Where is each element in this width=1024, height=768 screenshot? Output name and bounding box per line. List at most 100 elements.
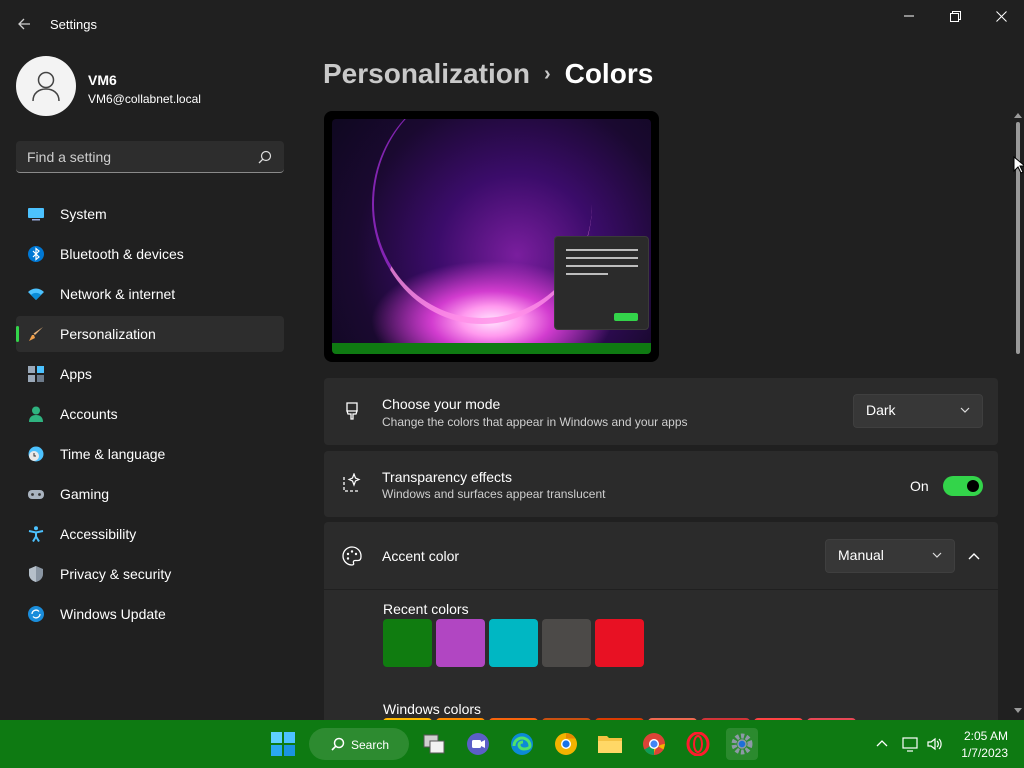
accessibility-icon bbox=[28, 526, 44, 542]
settings-gear-icon bbox=[731, 733, 753, 755]
collapse-button[interactable] bbox=[962, 546, 986, 566]
sidebar-item-label: Privacy & security bbox=[60, 566, 172, 582]
chevron-down-icon bbox=[960, 407, 970, 413]
sidebar-item-system[interactable]: System bbox=[16, 196, 284, 232]
preview-taskbar bbox=[332, 343, 651, 354]
person-icon bbox=[29, 406, 43, 422]
chrome-icon bbox=[643, 733, 665, 755]
scroll-down-arrow-icon[interactable] bbox=[1014, 708, 1022, 714]
restore-icon bbox=[949, 10, 961, 22]
taskbar-clock-date[interactable]: 1/7/2023 bbox=[961, 746, 1008, 760]
recent-color-swatch[interactable] bbox=[436, 619, 485, 667]
card-title: Accent color bbox=[382, 548, 460, 564]
back-arrow-icon bbox=[18, 18, 30, 30]
back-button[interactable] bbox=[10, 12, 38, 36]
update-icon bbox=[28, 606, 44, 622]
start-button[interactable] bbox=[267, 728, 299, 760]
task-view-button[interactable] bbox=[418, 728, 450, 760]
sidebar-item-label: Gaming bbox=[60, 486, 110, 502]
search-icon[interactable] bbox=[258, 150, 272, 164]
transparency-card: Transparency effects Windows and surface… bbox=[324, 451, 998, 517]
preview-text-line bbox=[566, 257, 638, 259]
folder-icon bbox=[598, 736, 622, 753]
recent-color-swatch[interactable] bbox=[489, 619, 538, 667]
chrome-canary-button[interactable] bbox=[550, 728, 582, 760]
page-title: Colors bbox=[564, 58, 654, 89]
sidebar-item-label: System bbox=[60, 206, 107, 222]
sidebar-item-label: Accessibility bbox=[60, 526, 137, 542]
user-name: VM6 bbox=[88, 72, 117, 88]
recent-color-swatch[interactable] bbox=[383, 619, 432, 667]
brush-icon bbox=[29, 327, 43, 341]
close-button[interactable] bbox=[978, 0, 1024, 32]
taskbar-search-label: Search bbox=[351, 738, 390, 752]
sidebar-item-label: Windows Update bbox=[60, 606, 166, 622]
sidebar-item-personalization[interactable]: Personalization bbox=[16, 316, 284, 352]
user-avatar-icon bbox=[32, 71, 60, 102]
wifi-icon bbox=[28, 288, 44, 300]
sidebar-item-label: Network & internet bbox=[60, 286, 176, 302]
minimize-icon bbox=[904, 15, 914, 17]
sidebar-item-label: Personalization bbox=[60, 326, 156, 342]
sidebar-item-bluetooth[interactable]: Bluetooth & devices bbox=[16, 236, 284, 272]
card-title: Transparency effects bbox=[382, 469, 512, 485]
sidebar-item-gaming[interactable]: Gaming bbox=[16, 476, 284, 512]
sidebar-item-network[interactable]: Network & internet bbox=[16, 276, 284, 312]
choose-mode-card: Choose your mode Change the colors that … bbox=[324, 378, 998, 445]
accent-color-card: Accent color Manual bbox=[324, 522, 998, 589]
apps-icon bbox=[28, 366, 44, 382]
chevron-down-icon bbox=[932, 552, 942, 558]
gamepad-icon bbox=[28, 490, 44, 499]
breadcrumb-parent[interactable]: Personalization bbox=[323, 58, 530, 89]
mouse-cursor-icon bbox=[1013, 156, 1024, 174]
sidebar-nav: System Bluetooth & devices Network & int… bbox=[16, 196, 284, 636]
dropdown-value: Manual bbox=[838, 547, 884, 563]
accent-mode-dropdown[interactable]: Manual bbox=[825, 539, 955, 573]
preview-accent-button bbox=[614, 313, 638, 321]
edge-button[interactable] bbox=[506, 728, 538, 760]
avatar[interactable] bbox=[16, 56, 76, 116]
recent-color-swatch[interactable] bbox=[542, 619, 591, 667]
chevron-up-icon[interactable] bbox=[873, 735, 891, 753]
volume-icon[interactable] bbox=[926, 735, 944, 753]
card-title: Choose your mode bbox=[382, 396, 501, 412]
monitor-icon bbox=[28, 208, 44, 221]
breadcrumb-separator: › bbox=[543, 63, 551, 85]
sidebar-item-windows-update[interactable]: Windows Update bbox=[16, 596, 284, 632]
network-icon[interactable] bbox=[901, 735, 919, 753]
file-explorer-view-icon bbox=[423, 734, 445, 754]
sidebar-item-apps[interactable]: Apps bbox=[16, 356, 284, 392]
minimize-button[interactable] bbox=[886, 0, 932, 32]
search-icon bbox=[331, 737, 345, 751]
chrome-button[interactable] bbox=[638, 728, 670, 760]
sidebar-item-privacy[interactable]: Privacy & security bbox=[16, 556, 284, 592]
preview-wallpaper bbox=[332, 119, 651, 354]
preview-text-line bbox=[566, 273, 608, 275]
dropdown-value: Dark bbox=[866, 402, 896, 418]
restore-button[interactable] bbox=[932, 0, 978, 32]
scroll-up-arrow-icon[interactable] bbox=[1014, 112, 1022, 118]
sidebar-item-accounts[interactable]: Accounts bbox=[16, 396, 284, 432]
opera-icon bbox=[686, 732, 710, 756]
sidebar-item-accessibility[interactable]: Accessibility bbox=[16, 516, 284, 552]
paint-brush-icon bbox=[346, 402, 358, 420]
settings-app-button[interactable] bbox=[726, 728, 758, 760]
opera-button[interactable] bbox=[682, 728, 714, 760]
window-title: Settings bbox=[50, 17, 97, 32]
sidebar-item-time-language[interactable]: Time & language bbox=[16, 436, 284, 472]
teams-chat-icon bbox=[467, 733, 489, 755]
settings-window: Settings VM6 VM6@collabnet.local Find a … bbox=[0, 0, 1024, 720]
card-description: Windows and surfaces appear translucent bbox=[382, 487, 606, 501]
teams-chat-button[interactable] bbox=[462, 728, 494, 760]
search-input[interactable]: Find a setting bbox=[16, 141, 284, 173]
preview-window bbox=[554, 236, 649, 330]
recent-color-swatch[interactable] bbox=[595, 619, 644, 667]
mode-dropdown[interactable]: Dark bbox=[853, 394, 983, 428]
clock-globe-icon bbox=[28, 446, 44, 462]
vertical-scrollbar[interactable] bbox=[1013, 112, 1023, 716]
taskbar-search-button[interactable]: Search bbox=[309, 728, 409, 760]
windows-colors-label: Windows colors bbox=[383, 701, 482, 717]
file-explorer-button[interactable] bbox=[594, 728, 626, 760]
transparency-toggle[interactable] bbox=[943, 476, 983, 496]
taskbar-clock-time[interactable]: 2:05 AM bbox=[964, 729, 1008, 743]
